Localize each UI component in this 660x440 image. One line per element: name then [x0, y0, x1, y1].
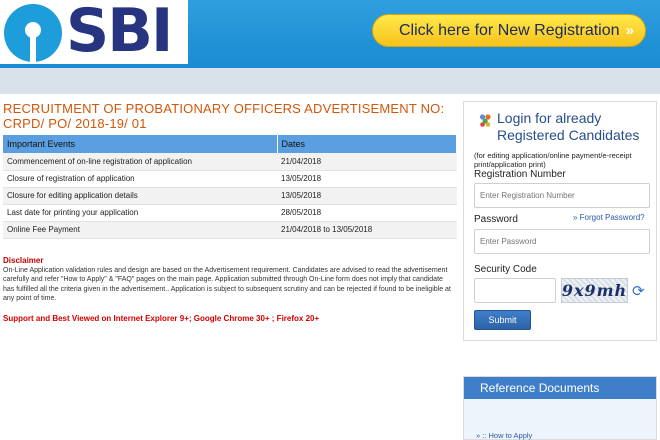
- sbi-logo[interactable]: SBI: [0, 0, 188, 66]
- logo-text: SBI: [66, 0, 173, 66]
- table-row: Closure of registration of application 1…: [3, 170, 457, 188]
- date-cell: 13/05/2018: [277, 170, 457, 188]
- reference-documents-title: Reference Documents: [464, 377, 656, 399]
- dates-column-header: Dates: [277, 135, 457, 153]
- event-cell: Closure of registration of application: [3, 170, 277, 188]
- how-to-apply-link[interactable]: » :: How to Apply: [476, 431, 532, 440]
- table-row: Closure for editing application details …: [3, 187, 457, 205]
- users-icon: [479, 114, 491, 127]
- captcha-image: 9x9mh: [561, 278, 628, 303]
- important-events-table: Important Events Dates Commencement of o…: [3, 135, 457, 239]
- new-registration-label: Click here for New Registration: [399, 21, 620, 39]
- login-note: (for editing application/online payment/…: [474, 151, 632, 169]
- date-cell: 13/05/2018: [277, 187, 457, 205]
- chevron-right-icon: »: [625, 22, 635, 39]
- event-cell: Commencement of on-line registration of …: [3, 153, 277, 171]
- event-cell: Online Fee Payment: [3, 221, 277, 239]
- date-cell: 21/04/2018 to 13/05/2018: [277, 221, 457, 239]
- password-label: Password: [474, 214, 518, 225]
- refresh-icon[interactable]: ⟳: [632, 282, 645, 300]
- table-row: Online Fee Payment 21/04/2018 to 13/05/2…: [3, 221, 457, 239]
- table-row: Last date for printing your application …: [3, 204, 457, 222]
- event-cell: Closure for editing application details: [3, 187, 277, 205]
- browser-support-text: Support and Best Viewed on Internet Expl…: [3, 314, 320, 323]
- page: SBI Click here for New Registration » RE…: [0, 0, 660, 440]
- registration-number-input[interactable]: [474, 183, 650, 208]
- events-column-header: Important Events: [3, 135, 278, 153]
- submit-button[interactable]: Submit: [474, 310, 531, 330]
- security-code-input[interactable]: [474, 278, 556, 303]
- login-title: Login for already Registered Candidates: [497, 110, 640, 143]
- nav-bar: [0, 68, 660, 94]
- disclaimer-title: Disclaimer: [3, 256, 44, 265]
- table-header-row: Important Events Dates: [3, 135, 457, 153]
- event-cell: Last date for printing your application: [3, 204, 277, 222]
- new-registration-button[interactable]: Click here for New Registration »: [372, 14, 646, 47]
- date-cell: 28/05/2018: [277, 204, 457, 222]
- date-cell: 21/04/2018: [277, 153, 457, 171]
- registration-number-label: Registration Number: [474, 169, 566, 180]
- page-title: RECRUITMENT OF PROBATIONARY OFFICERS ADV…: [3, 101, 445, 131]
- disclaimer-text: On-Line Application validation rules and…: [3, 267, 451, 302]
- forgot-password-link[interactable]: » Forgot Password?: [573, 213, 645, 222]
- header: SBI Click here for New Registration »: [0, 0, 660, 68]
- sbi-logo-icon: [4, 4, 62, 62]
- password-input[interactable]: [474, 229, 650, 254]
- reference-documents-panel: Reference Documents » :: How to Apply: [463, 376, 657, 440]
- security-code-label: Security Code: [474, 264, 537, 275]
- login-panel: Login for already Registered Candidates …: [463, 101, 657, 341]
- table-row: Commencement of on-line registration of …: [3, 153, 457, 171]
